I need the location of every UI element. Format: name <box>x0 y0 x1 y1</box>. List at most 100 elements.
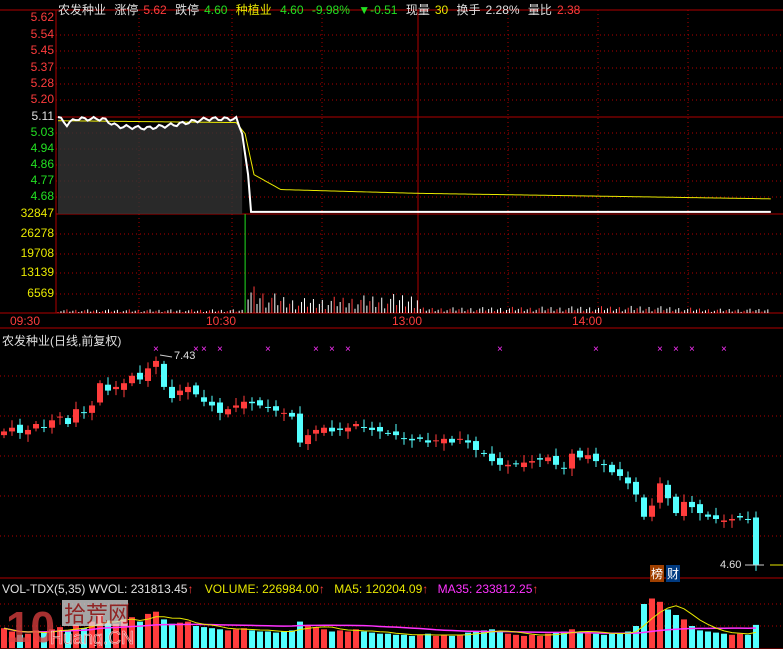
volume-bar <box>705 631 711 648</box>
volume-bar <box>217 629 223 648</box>
candle-body <box>753 517 759 565</box>
volume-bar <box>609 633 615 648</box>
candle-body <box>673 496 679 514</box>
candle-body <box>385 432 391 434</box>
candle-body <box>129 375 135 384</box>
candle-body <box>321 427 327 433</box>
candle-body <box>305 435 311 445</box>
volume-bar <box>257 631 263 648</box>
finance-badge[interactable]: 财 <box>666 565 681 582</box>
candle-body <box>193 385 199 395</box>
volume-bar <box>497 631 503 648</box>
volume-bar <box>505 633 511 648</box>
limit-marker: × <box>265 344 271 355</box>
candle-body <box>209 401 215 406</box>
candle-body <box>609 464 615 473</box>
candle-body <box>97 383 103 403</box>
sector-link[interactable]: 种植业 <box>236 3 272 17</box>
volume-bar <box>225 630 231 648</box>
candle-body <box>449 438 455 443</box>
volume-tick: 19708 <box>20 246 54 260</box>
volume-bar <box>633 626 639 648</box>
ranking-badge[interactable]: 榜 <box>650 565 665 582</box>
last-price: 4.60 <box>280 3 304 17</box>
volume-bar <box>209 628 215 648</box>
candle-body <box>249 401 255 404</box>
candle-body <box>713 515 719 519</box>
candle-body <box>441 438 447 444</box>
price-tick: 4.94 <box>30 141 54 155</box>
indicator-name[interactable]: VOL-TDX(5,35) <box>2 582 85 596</box>
volume-bar <box>673 615 679 648</box>
candle-body <box>89 405 95 413</box>
volume-bar <box>313 627 319 648</box>
limit-marker: × <box>497 344 503 355</box>
candle-body <box>81 412 87 414</box>
volume-bar <box>385 633 391 648</box>
volume-bar <box>425 633 431 648</box>
candle-body <box>393 431 399 436</box>
wvol-value: WVOL: 231813.45 <box>88 582 188 596</box>
time-tick: 10:30 <box>206 314 237 328</box>
svg-text:10: 10 <box>6 603 55 646</box>
volume-bar <box>513 634 519 648</box>
ma35-value: MA35: 233812.25 <box>437 582 533 596</box>
candle-body <box>73 409 79 423</box>
volume-bar <box>417 634 423 648</box>
candle-body <box>697 504 703 514</box>
candle-body <box>345 427 351 432</box>
change-value: ▼-0.51 <box>358 3 398 17</box>
candle-body <box>137 372 143 380</box>
turnover-value: 2.28% <box>485 3 520 17</box>
limit-marker: × <box>313 344 319 355</box>
volume-bar <box>161 619 167 648</box>
volume-bar <box>441 634 447 648</box>
candle-body <box>737 516 743 518</box>
candle-body <box>369 427 375 430</box>
candle-body <box>617 469 623 476</box>
volume-bar <box>273 632 279 648</box>
volume-bar <box>737 633 743 648</box>
price-tick: 5.28 <box>30 76 54 90</box>
candle-body <box>25 429 31 435</box>
candle-body <box>145 368 151 381</box>
price-tick: 4.77 <box>30 173 54 187</box>
volume-bar <box>265 631 271 648</box>
volume-bar <box>585 632 591 648</box>
volume-bar <box>697 630 703 648</box>
candle-body <box>337 428 343 430</box>
volume-bar <box>657 601 663 648</box>
volume-bar <box>321 629 327 648</box>
candle-body <box>657 483 663 503</box>
candle-body <box>569 453 575 469</box>
candle-body <box>113 386 119 390</box>
volume-bar <box>353 629 359 648</box>
candle-body <box>681 501 687 517</box>
volume-bar <box>457 634 463 648</box>
high-price-label: 7.43 <box>174 350 196 362</box>
volume-bar <box>177 622 183 648</box>
candle-body <box>417 437 423 439</box>
watermark-logo: 10 拾荒网 Huang.CN <box>6 598 146 649</box>
candle-body <box>161 363 167 387</box>
candle-body <box>577 450 583 458</box>
candle-body <box>401 438 407 440</box>
candle-body <box>465 440 471 443</box>
volume-bar <box>745 634 751 648</box>
volume-bar <box>577 631 583 648</box>
candle-body <box>561 467 567 469</box>
time-tick: 09:30 <box>10 314 41 328</box>
candle-body <box>121 383 127 390</box>
volume-bar <box>201 627 207 648</box>
daily-chart-title: 农发种业(日线,前复权) <box>2 334 122 348</box>
volume-tick: 26278 <box>20 226 54 240</box>
volume-bar <box>729 634 735 648</box>
volume-bar <box>681 619 687 648</box>
limit-marker: × <box>657 344 663 355</box>
price-tick: 5.45 <box>30 43 54 57</box>
candle-body <box>57 416 63 418</box>
high-arrow <box>159 354 173 358</box>
candle-body <box>105 384 111 391</box>
candle-body <box>593 453 599 462</box>
volume-bar <box>529 634 535 648</box>
